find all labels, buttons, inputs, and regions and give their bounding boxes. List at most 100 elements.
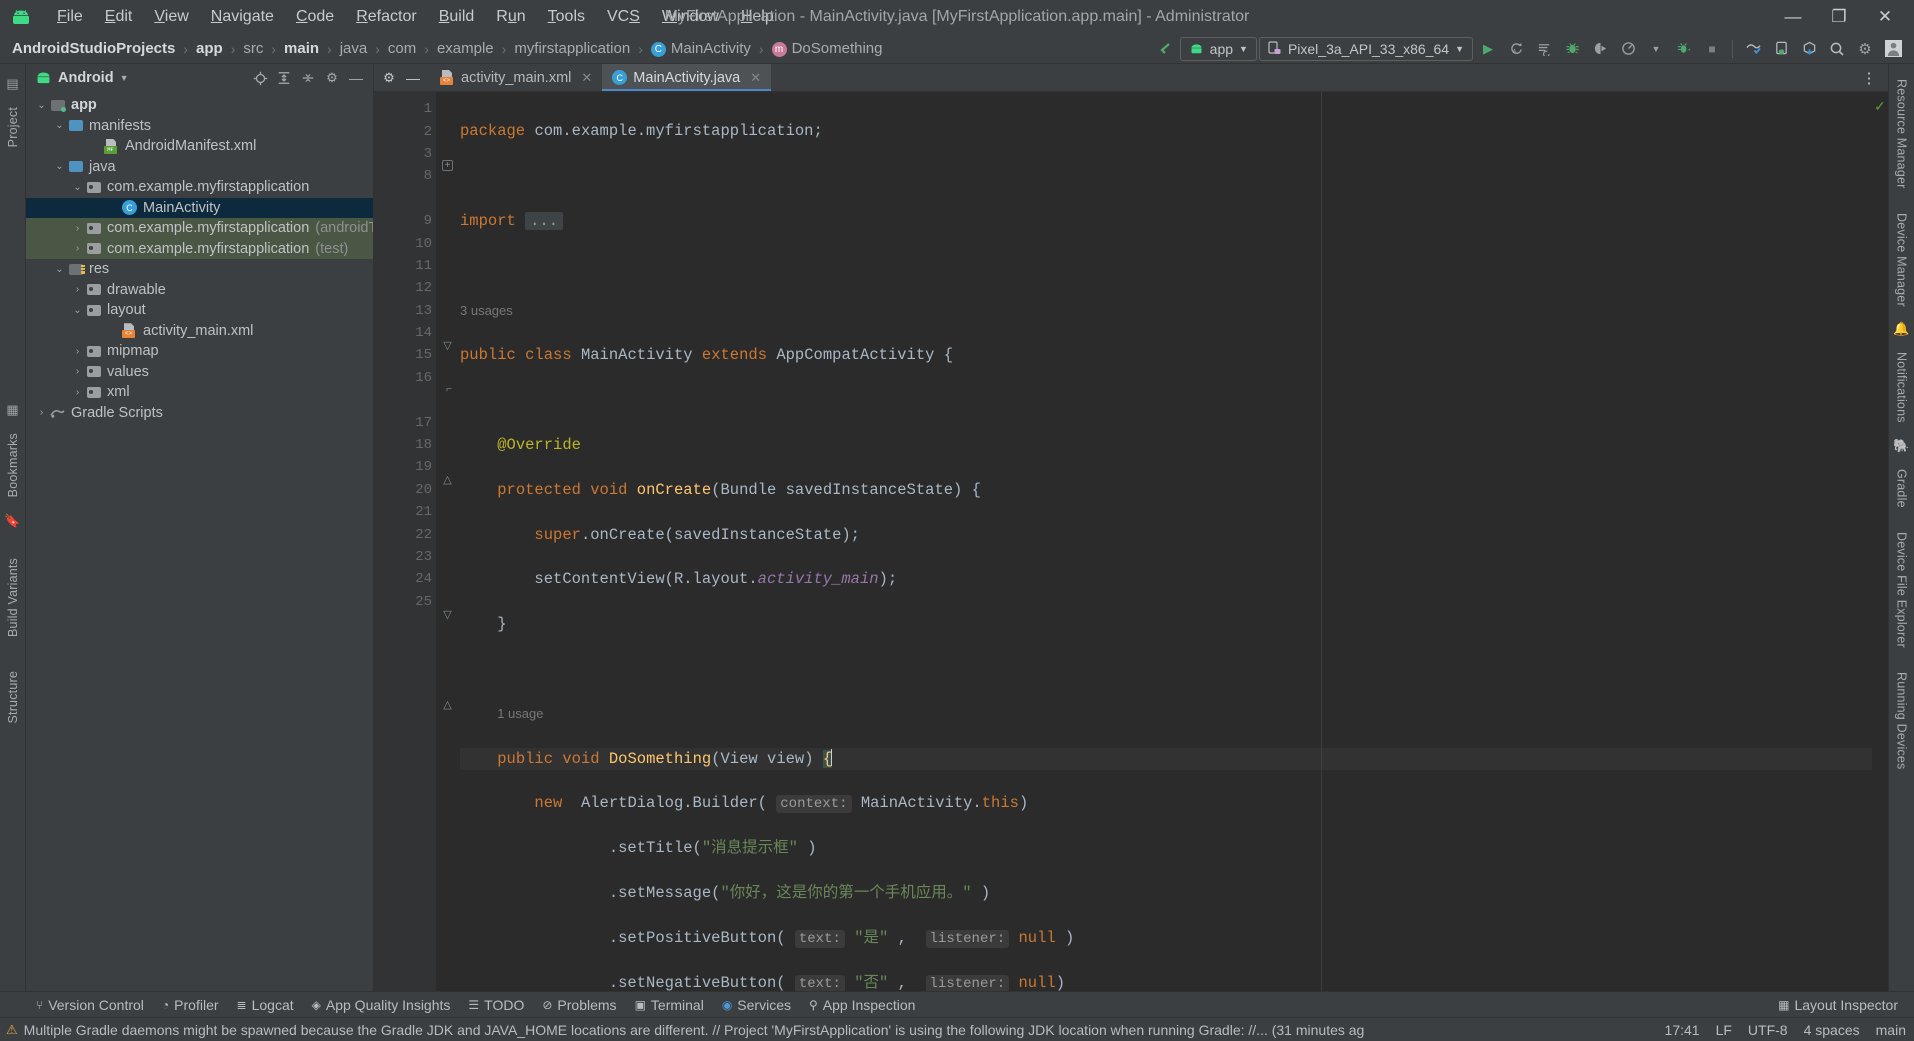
menu-window[interactable]: Window xyxy=(651,5,730,29)
menu-build[interactable]: Build xyxy=(428,5,486,29)
breadcrumb-item-0[interactable]: AndroidStudioProjects xyxy=(10,40,177,57)
stop-icon[interactable]: ■ xyxy=(1699,36,1725,62)
notifications-bell-icon[interactable]: 🔔 xyxy=(1893,315,1909,343)
chevron-down-icon[interactable]: ▼ xyxy=(120,73,129,83)
tool-button-app-inspection[interactable]: ⚲ App Inspection xyxy=(801,995,923,1015)
project-view-selector[interactable]: Android xyxy=(58,70,114,86)
tool-button-version-control[interactable]: ⑂ Version Control xyxy=(28,995,152,1015)
chevron-down-icon[interactable]: ⌄ xyxy=(70,305,85,316)
select-opened-file-icon[interactable] xyxy=(249,67,271,89)
hide-panel-icon[interactable]: — xyxy=(345,67,367,89)
tab-mainactivity-java[interactable]: C MainActivity.java ✕ xyxy=(602,64,772,91)
chevron-right-icon[interactable]: › xyxy=(70,223,85,234)
breadcrumb-item-3[interactable]: main xyxy=(282,40,321,57)
menu-help[interactable]: Help xyxy=(730,5,785,29)
menu-file[interactable]: File xyxy=(46,5,94,29)
status-branch[interactable]: main xyxy=(1876,1022,1906,1038)
menu-run[interactable]: Run xyxy=(485,5,536,29)
account-icon[interactable] xyxy=(1880,36,1906,62)
usage-hint-class[interactable]: 3 usages xyxy=(460,300,1872,322)
more-options-icon[interactable]: ⋮ xyxy=(1858,67,1880,89)
menu-refactor[interactable]: Refactor xyxy=(345,5,427,29)
chevron-down-icon[interactable]: ⌄ xyxy=(34,100,49,111)
chevron-right-icon[interactable]: › xyxy=(70,346,85,357)
fold-method-icon[interactable]: ▽ xyxy=(442,340,453,352)
fold-gutter[interactable]: + ▽ ⌐ △ ▽ △ xyxy=(436,92,460,991)
breadcrumb-item-4[interactable]: java xyxy=(338,40,370,57)
menu-view[interactable]: View xyxy=(143,5,199,29)
code-content[interactable]: + ▽ ⌐ △ ▽ △ package com.example.myfirsta… xyxy=(436,92,1872,991)
sidebar-item-device-manager[interactable]: Device Manager xyxy=(1895,204,1909,316)
breadcrumb-item-9[interactable]: m DoSomething xyxy=(770,40,885,57)
rerun-icon[interactable]: A xyxy=(1503,36,1529,62)
debug-icon[interactable] xyxy=(1559,36,1585,62)
gradle-elephant-icon[interactable]: 🐘 xyxy=(1893,432,1909,460)
maximize-button[interactable]: ❐ xyxy=(1816,1,1862,33)
menu-tools[interactable]: Tools xyxy=(537,5,596,29)
bookmarks-pin-icon[interactable]: ▦ xyxy=(6,396,18,424)
bookmark-icon[interactable]: 🔖 xyxy=(4,507,20,535)
tree-item-res[interactable]: ⌄ res xyxy=(26,259,373,280)
menu-navigate[interactable]: Navigate xyxy=(200,5,285,29)
tool-button-logcat[interactable]: ≣ Logcat xyxy=(229,995,302,1015)
sdk-manager-icon[interactable] xyxy=(1796,36,1822,62)
profiler-icon[interactable] xyxy=(1615,36,1641,62)
fold-import-icon[interactable]: + xyxy=(442,160,453,171)
minimize-button[interactable]: — xyxy=(1770,1,1816,33)
tree-item-drawable[interactable]: › drawable xyxy=(26,280,373,301)
hide-panel-icon[interactable]: — xyxy=(402,67,424,89)
tree-item-app[interactable]: ⌄ app xyxy=(26,95,373,116)
sidebar-item-project[interactable]: Project xyxy=(6,98,20,156)
chevron-down-icon[interactable]: ⌄ xyxy=(52,161,67,172)
tool-button-problems[interactable]: ⊘ Problems xyxy=(534,995,624,1015)
chevron-right-icon[interactable]: › xyxy=(34,407,49,418)
expand-all-icon[interactable] xyxy=(273,67,295,89)
tool-button-terminal[interactable]: ▣ Terminal xyxy=(627,995,712,1015)
tree-item-xml[interactable]: › xml xyxy=(26,382,373,403)
sidebar-item-notifications[interactable]: Notifications xyxy=(1895,343,1909,432)
run-with-coverage-icon[interactable] xyxy=(1671,36,1697,62)
close-icon[interactable]: ✕ xyxy=(581,70,592,86)
tab-activity-main-xml[interactable]: <> activity_main.xml ✕ xyxy=(430,64,602,91)
tree-item-android-manifest[interactable]: MF AndroidManifest.xml xyxy=(26,136,373,157)
search-everywhere-icon[interactable] xyxy=(1824,36,1850,62)
breadcrumb-item-1[interactable]: app xyxy=(194,40,225,57)
tree-item-activity-main-xml[interactable]: <> activity_main.xml xyxy=(26,321,373,342)
tree-item-mainactivity[interactable]: C MainActivity xyxy=(26,197,373,218)
tree-item-gradle-scripts[interactable]: › Gradle Scripts xyxy=(26,403,373,424)
tree-item-java[interactable]: ⌄ java xyxy=(26,157,373,178)
usage-hint-method[interactable]: 1 usage xyxy=(460,703,1872,725)
collapse-all-icon[interactable] xyxy=(297,67,319,89)
status-encoding[interactable]: UTF-8 xyxy=(1748,1022,1788,1038)
make-project-icon[interactable] xyxy=(1152,36,1178,62)
project-panel-toggle-icon[interactable]: ▤ xyxy=(6,70,18,98)
source-code[interactable]: package com.example.myfirstapplication; … xyxy=(436,92,1872,991)
fold-dosomething-end-icon[interactable]: △ xyxy=(442,699,453,711)
tree-item-package-androidtest[interactable]: › com.example.myfirstapplication (androi… xyxy=(26,218,373,239)
fold-dosomething-icon[interactable]: ▽ xyxy=(442,609,453,621)
tree-item-values[interactable]: › values xyxy=(26,362,373,383)
breadcrumb-item-5[interactable]: com xyxy=(386,40,418,57)
sidebar-item-running-devices[interactable]: Running Devices xyxy=(1895,663,1909,779)
attach-debugger-icon[interactable] xyxy=(1587,36,1613,62)
tool-button-services[interactable]: ◉ Services xyxy=(714,995,799,1015)
chevron-right-icon[interactable]: › xyxy=(70,366,85,377)
menu-edit[interactable]: Edit xyxy=(94,5,144,29)
apply-changes-icon[interactable] xyxy=(1531,36,1557,62)
sidebar-item-structure[interactable]: Structure xyxy=(6,662,20,733)
chevron-down-icon[interactable]: ⌄ xyxy=(52,264,67,275)
settings-icon[interactable]: ⚙ xyxy=(1852,36,1878,62)
close-button[interactable]: ✕ xyxy=(1862,1,1908,33)
breadcrumb-item-7[interactable]: myfirstapplication xyxy=(512,40,632,57)
tool-button-profiler[interactable]: ◔ Profiler xyxy=(154,995,227,1015)
sidebar-item-resource-manager[interactable]: Resource Manager xyxy=(1895,70,1909,198)
status-line-separator[interactable]: LF xyxy=(1716,1022,1732,1038)
menu-code[interactable]: Code xyxy=(285,5,345,29)
menu-vcs[interactable]: VCS xyxy=(596,5,651,29)
fold-end-icon[interactable]: △ xyxy=(442,474,453,486)
sidebar-item-device-file-explorer[interactable]: Device File Explorer xyxy=(1895,523,1909,657)
avd-manager-icon[interactable] xyxy=(1768,36,1794,62)
close-icon[interactable]: ✕ xyxy=(750,70,761,86)
tool-button-app-quality-insights[interactable]: ◈ App Quality Insights xyxy=(304,995,459,1015)
tree-item-package-main[interactable]: ⌄ com.example.myfirstapplication xyxy=(26,177,373,198)
